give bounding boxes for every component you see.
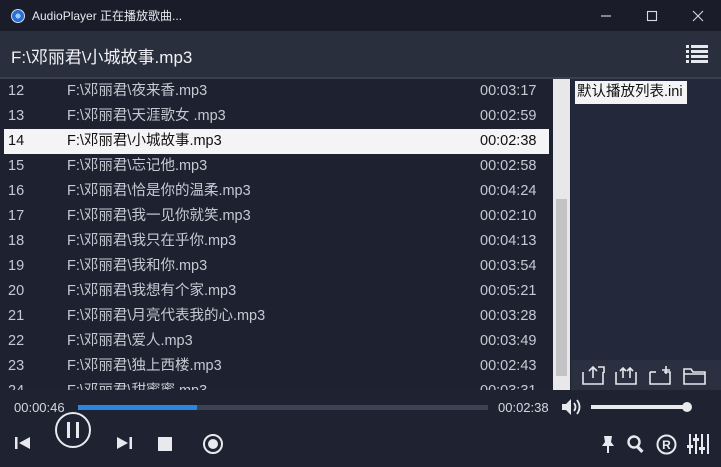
- row-name: F:\邓丽君\恰是你的温柔.mp3: [67, 183, 251, 199]
- playlist-row[interactable]: 18 F:\邓丽君\我只在乎你.mp3 00:04:13: [4, 229, 549, 254]
- row-index: 21: [8, 308, 25, 324]
- pause-button[interactable]: [55, 412, 91, 448]
- row-name: F:\邓丽君\忘记他.mp3: [67, 158, 208, 174]
- row-duration: 00:04:24: [480, 183, 537, 199]
- row-name: F:\邓丽君\独上西楼.mp3: [67, 358, 222, 374]
- title-bar: AudioPlayer 正在播放歌曲...: [0, 0, 721, 31]
- seek-bar[interactable]: [78, 405, 488, 410]
- row-index: 24: [8, 379, 24, 390]
- row-name: F:\邓丽君\天涯歌女 .mp3: [67, 108, 226, 124]
- row-duration: 00:02:43: [480, 358, 537, 374]
- svg-text:R: R: [662, 438, 671, 452]
- row-duration: 00:03:17: [480, 83, 537, 99]
- playlist-file-item[interactable]: 默认播放列表.ini: [575, 81, 687, 104]
- row-duration: 00:03:28: [480, 308, 537, 324]
- playlist-row[interactable]: 24 F:\邓丽君\甜蜜蜜.mp3 00:03:31: [4, 379, 549, 390]
- row-index: 23: [8, 358, 25, 374]
- minimize-button[interactable]: [583, 0, 629, 31]
- row-name: F:\邓丽君\我只在乎你.mp3: [67, 233, 237, 249]
- pin-icon[interactable]: [598, 433, 618, 455]
- playback-controls: 00:00:46 00:02:38 R: [0, 390, 721, 467]
- volume-slider-fill: [591, 405, 687, 409]
- row-index: 18: [8, 233, 25, 249]
- next-track-icon[interactable]: [113, 433, 135, 453]
- playlist-row[interactable]: 23 F:\邓丽君\独上西楼.mp3 00:02:43: [4, 354, 549, 379]
- menu-list-icon[interactable]: [686, 44, 708, 64]
- playlist-export-icon[interactable]: [581, 364, 607, 386]
- equalizer-icon[interactable]: [686, 432, 710, 456]
- app-logo-icon: [11, 8, 25, 23]
- row-name: F:\邓丽君\我一见你就笑.mp3: [67, 208, 251, 224]
- row-name: F:\邓丽君\月亮代表我的心.mp3: [67, 308, 266, 324]
- row-duration: 00:05:21: [480, 283, 537, 299]
- row-name: F:\邓丽君\夜来香.mp3: [67, 83, 208, 99]
- playlist-row[interactable]: 15 F:\邓丽君\忘记他.mp3 00:02:58: [4, 154, 549, 179]
- registered-icon[interactable]: R: [655, 433, 677, 455]
- now-playing-header: F:\邓丽君\小城故事.mp3: [0, 31, 721, 77]
- playlist-row[interactable]: 13 F:\邓丽君\天涯歌女 .mp3 00:02:59: [4, 104, 549, 129]
- seek-bar-fill: [78, 405, 197, 410]
- search-icon[interactable]: [625, 433, 647, 455]
- row-index: 13: [8, 108, 25, 124]
- maximize-button[interactable]: [629, 0, 675, 31]
- previous-track-icon[interactable]: [12, 433, 34, 453]
- playlist-export-all-icon[interactable]: [614, 364, 640, 386]
- record-icon[interactable]: [201, 432, 225, 456]
- playlist-scrollbar[interactable]: [553, 79, 570, 390]
- volume-icon[interactable]: [561, 397, 583, 417]
- row-duration: 00:02:10: [480, 208, 537, 224]
- row-name: F:\邓丽君\我想有个家.mp3: [67, 283, 237, 299]
- row-name: F:\邓丽君\我和你.mp3: [67, 258, 208, 274]
- row-index: 14: [8, 133, 25, 149]
- row-duration: 00:04:13: [480, 233, 537, 249]
- row-index: 12: [8, 83, 25, 99]
- row-duration: 00:02:58: [480, 158, 537, 174]
- scrollbar-thumb[interactable]: [556, 199, 567, 376]
- playlist-row[interactable]: 16 F:\邓丽君\恰是你的温柔.mp3 00:04:24: [4, 179, 549, 204]
- row-name: F:\邓丽君\小城故事.mp3: [67, 133, 222, 149]
- playlist-row[interactable]: 17 F:\邓丽君\我一见你就笑.mp3 00:02:10: [4, 204, 549, 229]
- current-file-path: F:\邓丽君\小城故事.mp3: [11, 48, 193, 67]
- window-title: AudioPlayer 正在播放歌曲...: [32, 9, 183, 23]
- row-index: 17: [8, 208, 25, 224]
- row-index: 22: [8, 333, 25, 349]
- playlist-tools: [571, 360, 721, 390]
- playlist[interactable]: 12 F:\邓丽君\夜来香.mp3 00:03:17 13 F:\邓丽君\天涯歌女 .m…: [0, 79, 553, 390]
- playlist-row[interactable]: 14 F:\邓丽君\小城故事.mp3 00:02:38: [4, 129, 549, 154]
- stop-icon[interactable]: [156, 435, 174, 453]
- total-time: 00:02:38: [498, 400, 549, 415]
- row-index: 15: [8, 158, 25, 174]
- volume-slider-handle[interactable]: [682, 402, 692, 412]
- current-time: 00:00:46: [14, 400, 65, 415]
- playlist-row[interactable]: 12 F:\邓丽君\夜来香.mp3 00:03:17: [4, 79, 549, 104]
- row-name: F:\邓丽君\爱人.mp3: [67, 333, 193, 349]
- row-duration: 00:03:31: [480, 379, 536, 390]
- row-duration: 00:03:54: [480, 258, 537, 274]
- row-index: 20: [8, 283, 25, 299]
- close-button[interactable]: [675, 0, 721, 31]
- playlist-files-panel: 默认播放列表.ini: [571, 79, 721, 390]
- playlist-row[interactable]: 22 F:\邓丽君\爱人.mp3 00:03:49: [4, 329, 549, 354]
- row-duration: 00:02:38: [480, 133, 537, 149]
- playlist-row[interactable]: 21 F:\邓丽君\月亮代表我的心.mp3 00:03:28: [4, 304, 549, 329]
- volume-slider[interactable]: [591, 405, 691, 409]
- playlist-row[interactable]: 19 F:\邓丽君\我和你.mp3 00:03:54: [4, 254, 549, 279]
- playlist-add-icon[interactable]: [648, 364, 674, 386]
- row-index: 16: [8, 183, 25, 199]
- playlist-row[interactable]: 20 F:\邓丽君\我想有个家.mp3 00:05:21: [4, 279, 549, 304]
- row-name: F:\邓丽君\甜蜜蜜.mp3: [67, 379, 207, 390]
- playlist-folder-icon[interactable]: [682, 364, 708, 386]
- row-duration: 00:03:49: [480, 333, 537, 349]
- row-duration: 00:02:59: [480, 108, 537, 124]
- row-index: 19: [8, 258, 25, 274]
